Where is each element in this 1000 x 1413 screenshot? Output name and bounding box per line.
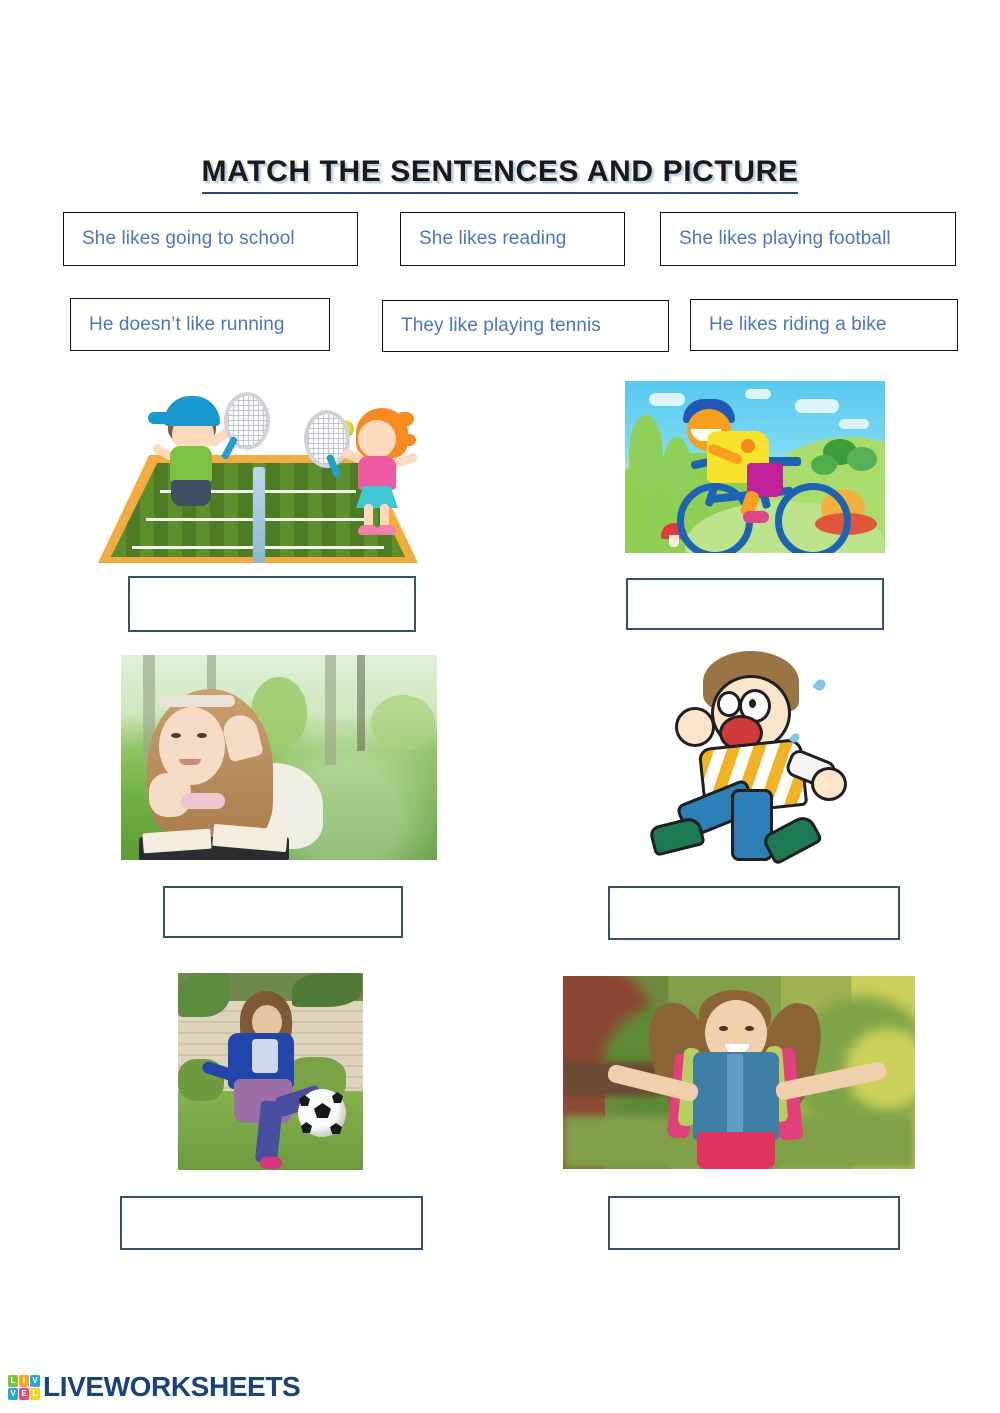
tree-trunk [325,655,336,765]
girl-braid [398,434,416,446]
cloud [839,419,869,429]
girl-eye [197,733,207,738]
girl-braid [396,412,414,426]
liveworksheets-logo[interactable]: L I V V E L LIVEWORKSHEETS [8,1371,301,1403]
tree-foliage [371,695,435,751]
logo-tile-v2: V [8,1387,18,1400]
picture-two-children-playing-tennis [88,372,428,567]
logo-tiles-icon: L I V V E L [8,1374,40,1400]
vest-opening [727,1054,743,1140]
shirt-graphic [252,1039,278,1073]
tree [663,437,691,499]
sentence-chip-label: She likes going to school [82,228,295,249]
soccer-ball [298,1089,346,1137]
palm-leaves [292,973,362,1007]
girl-eye [719,1026,728,1031]
page-title: MATCH THE SENTENCES AND PICTURE [0,155,1000,194]
sentence-chip-playing-football[interactable]: She likes playing football [660,212,956,266]
picture-boy-running [645,645,895,870]
hair-band [157,695,235,707]
ball-pentagon [314,1103,331,1118]
girl-necklace [181,793,225,809]
tennis-boy [146,390,270,506]
bush [847,447,877,471]
shirt-badge [741,439,755,453]
answer-box-reading[interactable] [163,886,403,938]
girl-shoe [358,525,378,535]
mushroom-stem [669,535,679,547]
answer-box-school[interactable] [608,1196,900,1250]
picture-girl-playing-football [178,973,363,1170]
sentence-chip-label: He likes riding a bike [709,314,887,335]
logo-tile-l2: L [30,1387,40,1400]
answer-box-tennis[interactable] [128,576,416,632]
bush [811,455,837,475]
ball-pentagon [330,1123,342,1134]
answer-box-football[interactable] [120,1196,423,1250]
sentence-chip-playing-tennis[interactable]: They like playing tennis [382,300,669,352]
sentence-chip-label: They like playing tennis [401,315,601,336]
tree [629,415,663,493]
girl-shirt [358,456,396,490]
pink-dress [697,1132,775,1169]
sentence-chip-label: She likes playing football [679,228,891,249]
boy-eye [717,691,741,717]
girl-eye [745,1026,754,1031]
picture-girl-reading-book [121,655,437,860]
girl-face [358,420,396,458]
cloud [649,393,685,406]
logo-wordmark: LIVEWORKSHEETS [43,1371,301,1402]
answer-box-bike[interactable] [626,578,884,630]
girl-shoe [376,525,396,535]
boy-cap [148,396,220,426]
page-title-text: MATCH THE SENTENCES AND PICTURE [201,155,799,194]
palm-leaves [178,973,230,1017]
boy-fist [675,707,715,747]
girl-shoe [260,1157,282,1169]
sentence-chip-running[interactable]: He doesn’t like running [70,298,330,351]
sentence-chip-label: He doesn’t like running [89,313,285,335]
logo-tile-e: E [19,1387,29,1400]
picture-girl-going-to-school [563,976,915,1169]
boy-shirt [170,446,212,484]
girl-smile [179,759,201,765]
logo-tile-i: I [19,1374,29,1387]
boy-shorts [171,480,211,506]
tennis-girl [300,390,420,535]
sentence-chip-going-to-school[interactable]: She likes going to school [63,212,358,266]
rider-shoe [743,511,769,523]
tree-trunk [357,655,365,751]
ball-pentagon [301,1122,312,1133]
logo-tile-l: L [8,1374,18,1387]
logo-tile-v: V [30,1374,40,1387]
cloud [795,399,839,413]
boy-hand [811,767,847,801]
sentence-chip-riding-a-bike[interactable]: He likes riding a bike [690,299,958,351]
cloud [745,389,771,399]
sentence-chip-reading[interactable]: She likes reading [400,212,625,266]
sentence-chip-label: She likes reading [419,228,567,249]
boy-shoe [648,815,706,857]
answer-box-running[interactable] [608,886,900,940]
picture-boy-riding-bicycle [625,381,885,553]
sweat-drop [812,677,828,693]
girl-eye [171,733,181,738]
boy-pupil [749,699,756,708]
